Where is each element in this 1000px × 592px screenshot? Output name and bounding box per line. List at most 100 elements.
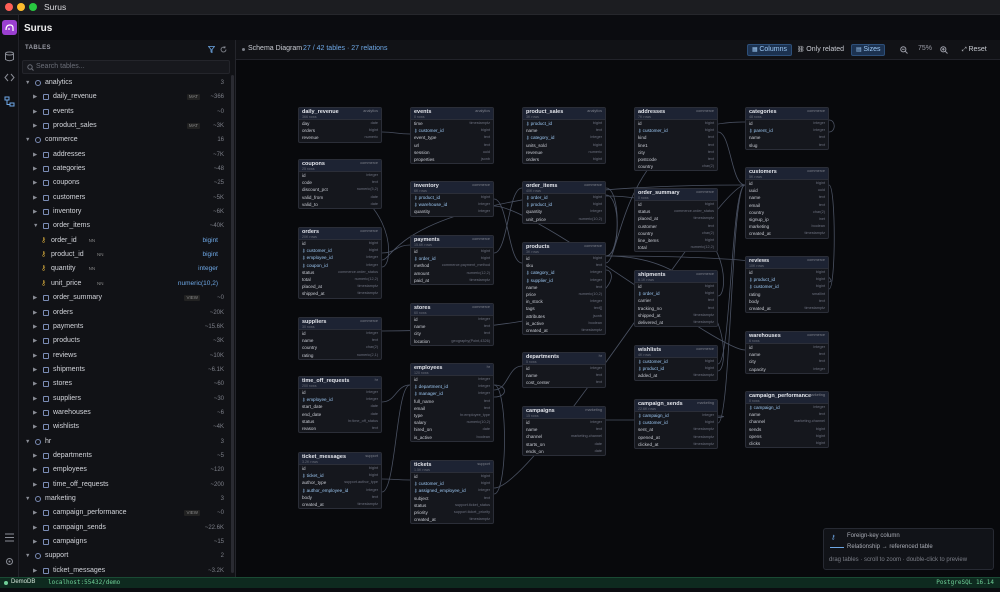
table-item[interactable]: ▶ order_summary VIEW ~0 <box>19 291 230 305</box>
maximize-window-button[interactable] <box>29 3 37 11</box>
chevron-icon[interactable]: ▼ <box>25 133 30 147</box>
chevron-icon[interactable]: ▶ <box>33 521 37 535</box>
table-item[interactable]: ▶ employees ~120 <box>19 463 230 477</box>
table-card-header[interactable]: reviews commerce 10K rows <box>746 257 828 269</box>
chevron-icon[interactable]: ▼ <box>25 492 30 506</box>
chevron-icon[interactable]: ▶ <box>33 377 37 391</box>
table-card-reviews[interactable]: reviews commerce 10K rows id bigint ⚷ product… <box>745 256 829 314</box>
sidebar-scrollbar[interactable] <box>231 75 234 573</box>
table-card-categories[interactable]: categories commerce 48 rows id integer ⚷ pare… <box>745 107 829 150</box>
chevron-icon[interactable]: ▶ <box>33 306 37 320</box>
table-card-header[interactable]: products commerce 3K rows <box>523 243 605 255</box>
zoom-in-icon[interactable] <box>940 46 948 54</box>
chevron-icon[interactable]: ▶ <box>33 535 37 549</box>
table-card-header[interactable]: product_sales analytics 3K rows <box>523 108 605 120</box>
table-card-header[interactable]: departments hr 5 rows <box>523 353 605 365</box>
table-card-order-summary[interactable]: order_summary commerce 0 rows id bigint statu… <box>634 188 718 253</box>
table-item[interactable]: ▶ coupons ~25 <box>19 176 230 190</box>
table-item[interactable]: ▶ orders ~20K <box>19 306 230 320</box>
table-card-header[interactable]: campaigns marketing 15 rows <box>523 407 605 419</box>
database-icon[interactable] <box>4 51 15 62</box>
table-card-header[interactable]: stores commerce 60 rows <box>411 304 493 316</box>
table-item[interactable]: ▶ departments ~5 <box>19 449 230 463</box>
table-card-header[interactable]: orders commerce 20K rows <box>299 228 381 240</box>
chevron-icon[interactable]: ▶ <box>33 205 37 219</box>
table-card-header[interactable]: wishlists commerce 4K rows <box>635 346 717 358</box>
table-card-header[interactable]: addresses commerce 7K rows <box>635 108 717 120</box>
chevron-icon[interactable]: ▶ <box>33 420 37 434</box>
chevron-icon[interactable]: ▶ <box>33 176 37 190</box>
table-card-orders[interactable]: orders commerce 20K rows id bigint ⚷ customer… <box>298 227 382 299</box>
table-item[interactable]: ▶ categories ~48 <box>19 162 230 176</box>
chevron-icon[interactable]: ▶ <box>33 478 37 492</box>
chevron-icon[interactable]: ▶ <box>33 162 37 176</box>
table-card-header[interactable]: shipments commerce 6.1K rows <box>635 271 717 283</box>
table-card-order-items[interactable]: order_items commerce 40K rows ⚷ order_id big… <box>522 181 606 224</box>
zoom-out-icon[interactable] <box>900 46 908 54</box>
chevron-icon[interactable]: ▶ <box>33 349 37 363</box>
table-item[interactable]: ▶ product_sales MAT ~3K <box>19 119 230 133</box>
table-card-header[interactable]: customers commerce 5K rows <box>746 168 828 180</box>
table-item[interactable]: ▶ products ~3K <box>19 334 230 348</box>
chevron-icon[interactable]: ▼ <box>25 549 30 563</box>
table-card-header[interactable]: warehouses commerce 6 rows <box>746 332 828 344</box>
chevron-icon[interactable]: ▶ <box>33 119 37 133</box>
diagram-canvas[interactable]: daily_revenue analytics 366 rows day date ord… <box>236 60 1000 577</box>
table-card-ticket-messages[interactable]: ticket_messages support 3.2K rows id bigint ⚷… <box>298 452 382 510</box>
chevron-icon[interactable]: ▶ <box>33 392 37 406</box>
table-card-header[interactable]: events analytics 0 rows <box>411 108 493 120</box>
reset-button[interactable]: ⤢ Reset <box>958 44 991 56</box>
table-item[interactable]: ▶ ticket_messages ~3.2K <box>19 564 230 578</box>
table-item[interactable]: ▶ payments ~15.6K <box>19 320 230 334</box>
only-related-toggle[interactable]: ⛓ Only related <box>793 44 848 56</box>
table-card-products[interactable]: products commerce 3K rows id bigint sku text ⚷ … <box>522 242 606 336</box>
table-card-inventory[interactable]: inventory commerce 6K rows ⚷ product_id bigi… <box>410 181 494 217</box>
table-item[interactable]: ▶ customers ~5K <box>19 191 230 205</box>
filter-icon[interactable] <box>208 46 215 53</box>
table-item[interactable]: ▶ time_off_requests ~200 <box>19 478 230 492</box>
table-card-events[interactable]: events analytics 0 rows time timestamptz ⚷ cu… <box>410 107 494 165</box>
table-card-header[interactable]: coupons commerce 25 rows <box>299 160 381 172</box>
chevron-icon[interactable]: ▶ <box>33 406 37 420</box>
table-card-header[interactable]: ticket_messages support 3.2K rows <box>299 453 381 465</box>
list-icon[interactable] <box>4 532 15 543</box>
table-card-header[interactable]: campaign_performance marketing 0 rows <box>746 392 828 404</box>
table-item[interactable]: ▶ stores ~60 <box>19 377 230 391</box>
minimize-window-button[interactable] <box>17 3 25 11</box>
table-item[interactable]: ▶ suppliers ~30 <box>19 392 230 406</box>
chevron-icon[interactable]: ▶ <box>33 564 37 578</box>
table-card-coupons[interactable]: coupons commerce 25 rows id integer code text d… <box>298 159 382 209</box>
schema-item[interactable]: ▼ marketing 3 <box>19 492 230 506</box>
table-card-header[interactable]: campaign_sends marketing 22.6K rows <box>635 400 717 412</box>
schema-item[interactable]: ▼ analytics 3 <box>19 76 230 90</box>
columns-toggle[interactable]: ▦ Columns <box>747 44 792 56</box>
table-search-input[interactable]: Search tables... <box>22 60 230 74</box>
table-item[interactable]: ▶ campaign_performance VIEW ~0 <box>19 506 230 520</box>
table-item[interactable]: ▶ addresses ~7K <box>19 148 230 162</box>
table-item[interactable]: ▶ daily_revenue MAT ~366 <box>19 90 230 104</box>
table-item[interactable]: ▶ events ~0 <box>19 105 230 119</box>
table-card-header[interactable]: suppliers commerce 30 rows <box>299 318 381 330</box>
table-card-stores[interactable]: stores commerce 60 rows id integer name text ci… <box>410 303 494 346</box>
table-card-campaigns[interactable]: campaigns marketing 15 rows id integer name te… <box>522 406 606 456</box>
table-card-tickets[interactable]: tickets support 1.5K rows id bigint ⚷ custome… <box>410 460 494 525</box>
table-card-wishlists[interactable]: wishlists commerce 4K rows ⚷ customer_id big… <box>634 345 718 381</box>
table-item[interactable]: ▶ shipments ~6.1K <box>19 363 230 377</box>
schema-diagram-icon[interactable] <box>4 96 15 107</box>
chevron-icon[interactable]: ▼ <box>25 435 30 449</box>
table-card-suppliers[interactable]: suppliers commerce 30 rows id integer name tex… <box>298 317 382 360</box>
chevron-icon[interactable]: ▶ <box>33 320 37 334</box>
table-card-time-off-requests[interactable]: time_off_requests hr 200 rows id integer ⚷ em… <box>298 376 382 434</box>
table-card-customers[interactable]: customers commerce 5K rows id bigint uuid uuid… <box>745 167 829 239</box>
table-card-header[interactable]: daily_revenue analytics 366 rows <box>299 108 381 120</box>
table-item[interactable]: ▶ campaigns ~15 <box>19 535 230 549</box>
table-card-header[interactable]: employees hr 120 rows <box>411 364 493 376</box>
chevron-icon[interactable]: ▶ <box>33 148 37 162</box>
table-card-header[interactable]: tickets support 1.5K rows <box>411 461 493 473</box>
schema-item[interactable]: ▼ support 2 <box>19 549 230 563</box>
table-card-addresses[interactable]: addresses commerce 7K rows id bigint ⚷ custom… <box>634 107 718 172</box>
chevron-icon[interactable]: ▼ <box>33 219 38 233</box>
chevron-icon[interactable]: ▼ <box>25 76 30 90</box>
table-card-header[interactable]: categories commerce 48 rows <box>746 108 828 120</box>
chevron-icon[interactable]: ▶ <box>33 105 37 119</box>
